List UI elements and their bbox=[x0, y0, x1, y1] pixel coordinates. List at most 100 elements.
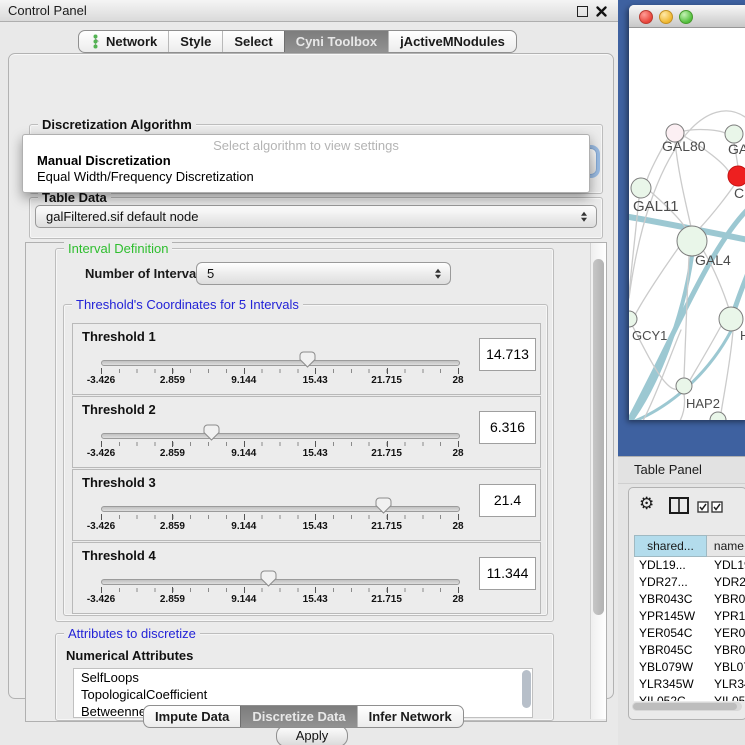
columns-icon[interactable] bbox=[669, 497, 689, 517]
tab-infer-network[interactable]: Infer Network bbox=[357, 706, 463, 727]
network-edge[interactable] bbox=[699, 184, 735, 229]
tick-label: 15.43 bbox=[303, 448, 328, 459]
node-label: GAL80 bbox=[662, 138, 706, 154]
major-tick bbox=[315, 441, 316, 447]
tab-discretize-data[interactable]: Discretize Data bbox=[240, 706, 356, 727]
control-panel-titlebar: Control Panel bbox=[0, 0, 618, 22]
node-table[interactable]: shared...name YDL19...YDL19YDR27...YDR27… bbox=[634, 535, 745, 701]
major-tick bbox=[172, 441, 173, 447]
slider-thumb[interactable] bbox=[203, 424, 220, 441]
tick-label: 2.859 bbox=[160, 594, 185, 605]
window-zoom-light-icon[interactable] bbox=[679, 10, 693, 24]
major-tick bbox=[244, 514, 245, 520]
threshold-value-field[interactable]: 6.316 bbox=[479, 411, 536, 444]
table-row[interactable]: YLR345WYLR34 bbox=[634, 676, 745, 693]
tick-label: 28 bbox=[452, 375, 463, 386]
slider-thumb[interactable] bbox=[260, 570, 277, 587]
window-close-light-icon[interactable] bbox=[639, 10, 653, 24]
slider-thumb[interactable] bbox=[299, 351, 316, 368]
threshold-label: Threshold 2 bbox=[82, 402, 156, 417]
attribute-item[interactable]: TopologicalCoefficient bbox=[74, 686, 532, 703]
popup-item[interactable]: Equal Width/Frequency Discretization bbox=[23, 169, 589, 185]
network-edge[interactable] bbox=[635, 247, 679, 315]
combo-arrows-icon bbox=[435, 268, 441, 279]
column-header[interactable]: name bbox=[707, 535, 745, 557]
tick-label: 9.144 bbox=[231, 594, 256, 605]
group-title: Attributes to discretize bbox=[64, 626, 200, 641]
tab-jactivemnodules[interactable]: jActiveMNodules bbox=[388, 31, 516, 52]
cyni-toolbox-panel: Discretization Algorithm Select algorith… bbox=[8, 53, 614, 699]
apply-button[interactable]: Apply bbox=[276, 725, 348, 745]
table-cell: YER054C bbox=[634, 625, 707, 642]
table-data-combobox[interactable]: galFiltered.sif default node bbox=[35, 205, 597, 228]
tab-impute-data[interactable]: Impute Data bbox=[144, 706, 240, 727]
table-cell: YBL07 bbox=[707, 659, 745, 676]
network-window-titlebar bbox=[629, 5, 745, 28]
table-cell: YBR04 bbox=[707, 591, 745, 608]
table-cell: YLR345W bbox=[634, 676, 707, 693]
list-scrollbar[interactable] bbox=[522, 670, 531, 708]
scrollbar-thumb[interactable] bbox=[633, 703, 737, 710]
group-title: Threshold's Coordinates for 5 Intervals bbox=[72, 297, 303, 312]
table-row[interactable]: YBL079WYBL07 bbox=[634, 659, 745, 676]
major-tick bbox=[101, 514, 102, 520]
tick-label: -3.426 bbox=[87, 448, 115, 459]
num-intervals-label: Number of Intervals bbox=[85, 266, 207, 281]
node-label: H bbox=[740, 328, 745, 343]
slider-track[interactable] bbox=[101, 433, 460, 439]
column-header[interactable]: shared... bbox=[634, 535, 707, 557]
vertical-scrollbar[interactable] bbox=[590, 243, 606, 719]
horizontal-scrollbar[interactable] bbox=[632, 702, 742, 711]
tab-select[interactable]: Select bbox=[222, 31, 283, 52]
table-row[interactable]: YDL19...YDL19 bbox=[634, 557, 745, 574]
threshold-label: Threshold 1 bbox=[82, 329, 156, 344]
checkbox-checked-icon[interactable] bbox=[711, 501, 723, 516]
gear-icon[interactable]: ⚙ bbox=[639, 494, 654, 514]
right-region: GAL80GACGAL11GAL4GCY1HHAP2 Table Panel ⚙… bbox=[618, 0, 745, 745]
close-icon[interactable] bbox=[596, 5, 607, 20]
table-row[interactable]: YBR045CYBR04 bbox=[634, 642, 745, 659]
network-canvas[interactable]: GAL80GACGAL11GAL4GCY1HHAP2 bbox=[629, 28, 745, 420]
table-row[interactable]: YBR043CYBR04 bbox=[634, 591, 745, 608]
network-desktop-background: GAL80GACGAL11GAL4GCY1HHAP2 bbox=[618, 0, 745, 456]
table-row[interactable]: YPR145WYPR14 bbox=[634, 608, 745, 625]
scrollbar-thumb[interactable] bbox=[593, 259, 604, 615]
num-intervals-combobox[interactable]: 5 bbox=[196, 262, 451, 285]
table-row[interactable]: YDR27...YDR27 bbox=[634, 574, 745, 591]
tick-label: -3.426 bbox=[87, 521, 115, 532]
window-minimize-light-icon[interactable] bbox=[659, 10, 673, 24]
slider-track[interactable] bbox=[101, 579, 460, 585]
tab-network[interactable]: Network bbox=[79, 31, 168, 52]
checkbox-checked-icon[interactable] bbox=[697, 501, 709, 516]
table-row[interactable]: YER054CYER05 bbox=[634, 625, 745, 642]
popup-item[interactable]: Manual Discretization bbox=[23, 153, 589, 169]
thresholds-group: Threshold's Coordinates for 5 Intervals … bbox=[63, 304, 548, 616]
slider-thumb[interactable] bbox=[375, 497, 392, 514]
network-node[interactable] bbox=[710, 412, 726, 420]
float-window-icon[interactable] bbox=[577, 6, 588, 17]
tab-cyni-toolbox[interactable]: Cyni Toolbox bbox=[284, 31, 388, 52]
network-edge[interactable] bbox=[735, 260, 745, 308]
threshold-value-field[interactable]: 11.344 bbox=[479, 557, 536, 590]
network-node[interactable] bbox=[631, 178, 651, 198]
threshold-value-field[interactable]: 14.713 bbox=[479, 338, 536, 371]
table-cell: YBL079W bbox=[634, 659, 707, 676]
numerical-attributes-label: Numerical Attributes bbox=[66, 648, 193, 663]
network-edge[interactable] bbox=[684, 256, 689, 378]
tab-label: jActiveMNodules bbox=[400, 31, 505, 52]
tick-label: 2.859 bbox=[160, 375, 185, 386]
slider-track[interactable] bbox=[101, 506, 460, 512]
major-tick bbox=[101, 587, 102, 593]
major-tick bbox=[458, 587, 459, 593]
network-edge[interactable] bbox=[684, 130, 725, 133]
slider-ticks bbox=[101, 588, 459, 592]
table-row[interactable]: YIL052CYIL05 bbox=[634, 693, 745, 701]
tab-style[interactable]: Style bbox=[168, 31, 222, 52]
attribute-item[interactable]: SelfLoops bbox=[74, 669, 532, 686]
network-node[interactable] bbox=[728, 166, 745, 186]
threshold-value-field[interactable]: 21.4 bbox=[479, 484, 536, 517]
network-node[interactable] bbox=[676, 378, 692, 394]
major-tick bbox=[244, 441, 245, 447]
slider-track[interactable] bbox=[101, 360, 460, 366]
table-body: YDL19...YDL19YDR27...YDR27YBR043CYBR04YP… bbox=[634, 557, 745, 701]
